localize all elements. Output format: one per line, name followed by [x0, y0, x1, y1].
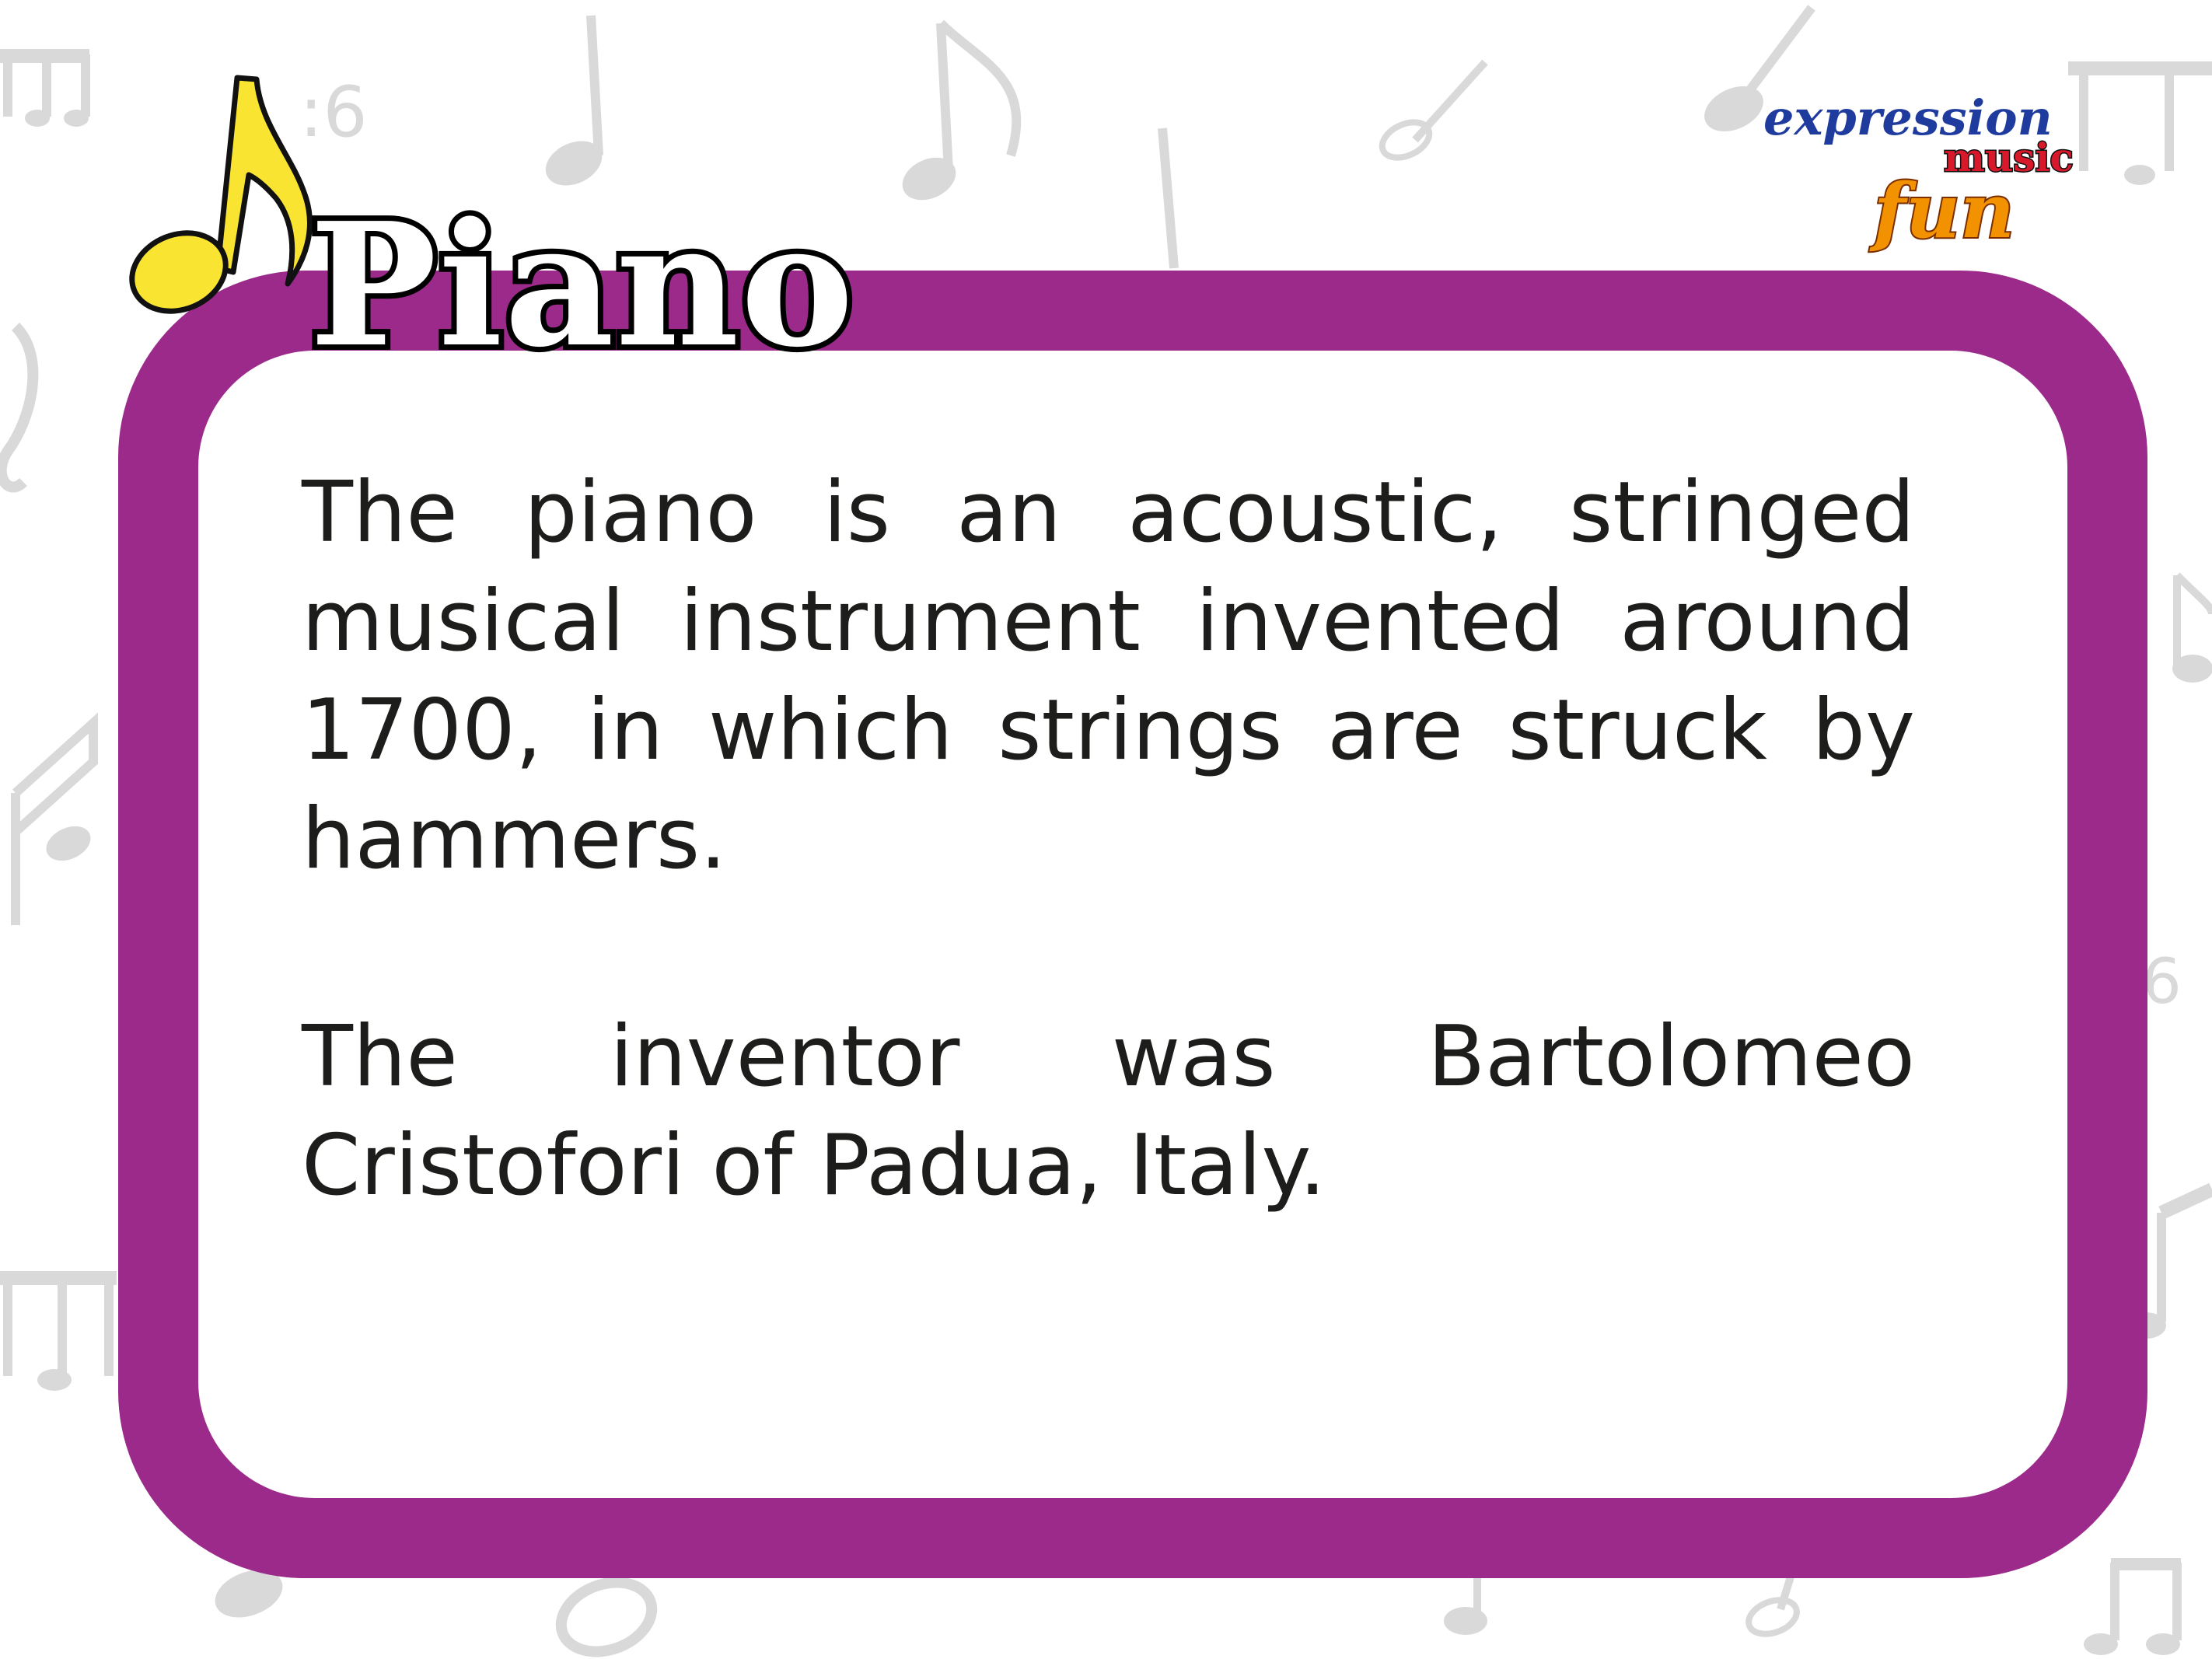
page-title-text: Piano [309, 186, 855, 379]
description-paragraph-2: The inventor was Bartolomeo Cristofori o… [302, 1008, 1915, 1214]
description-paragraph-1: The piano is an acoustic, stringed music… [302, 464, 1915, 888]
description-text: The piano is an acoustic, stringed music… [302, 459, 1915, 1221]
eighth-note-icon [129, 75, 313, 314]
logo-word-fun: fun [1869, 167, 2015, 255]
page-title: Piano [304, 180, 859, 379]
expression-music-fun-logo: expression music fun [1763, 89, 2075, 257]
svg-text:6: 6 [2142, 945, 2182, 1018]
